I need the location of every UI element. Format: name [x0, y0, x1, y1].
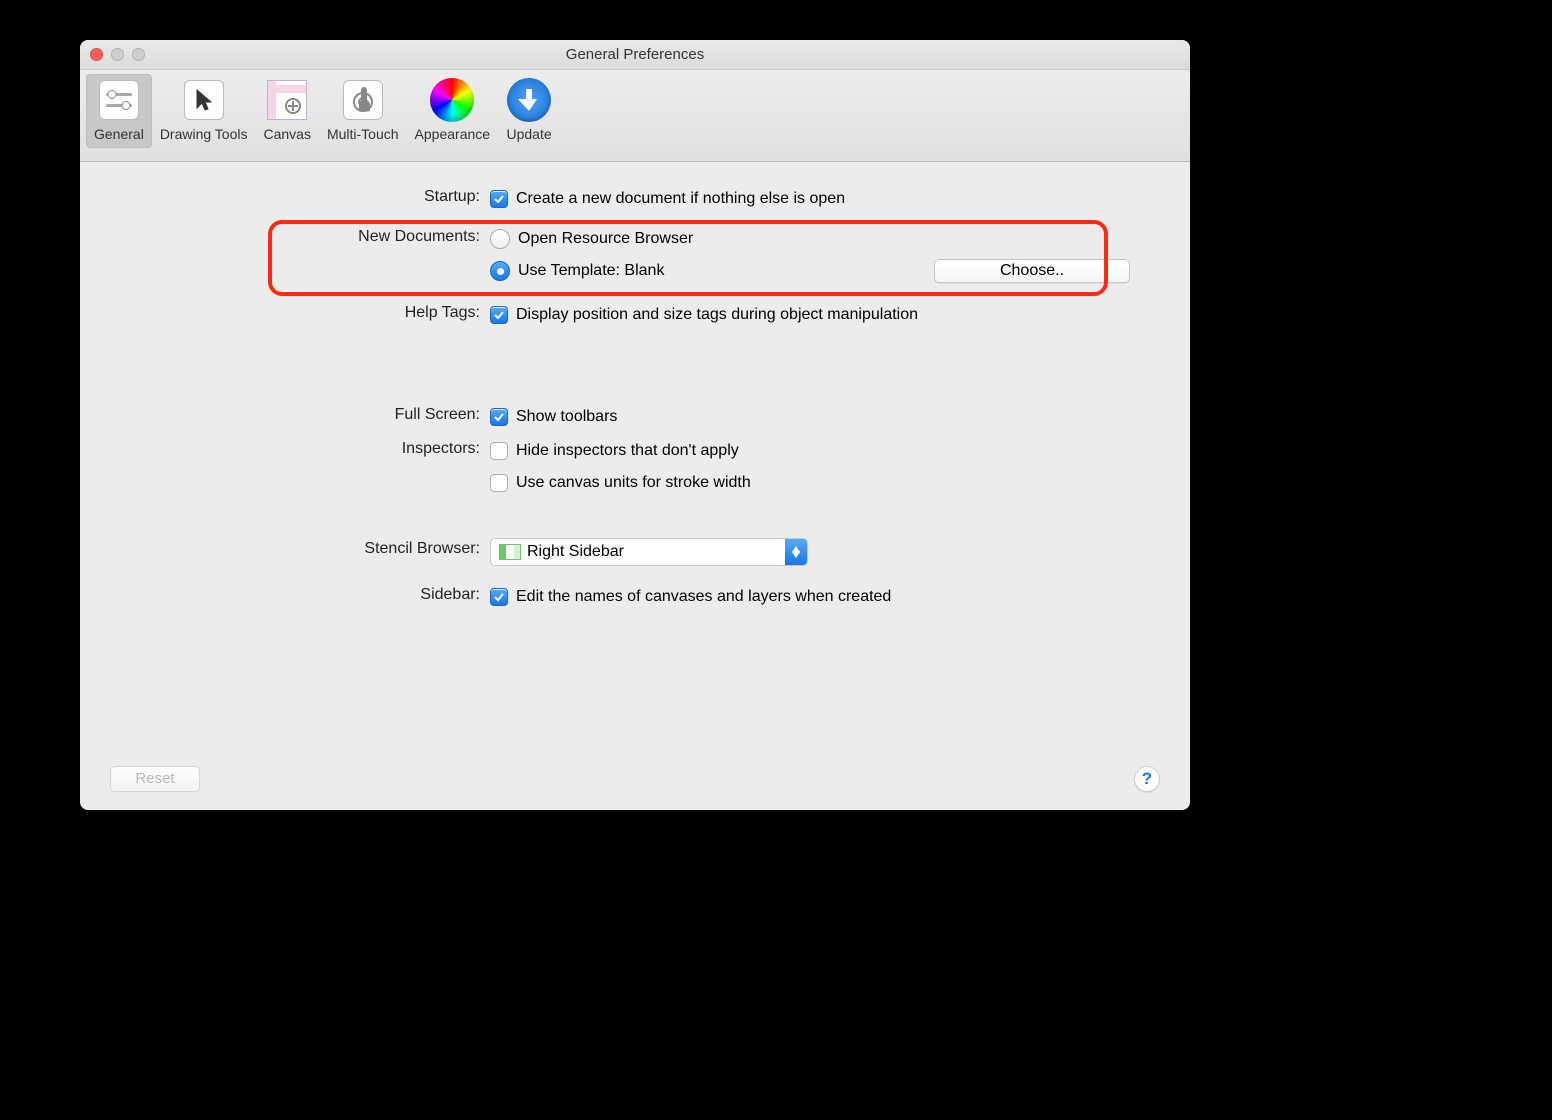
tab-label: Canvas: [263, 126, 310, 142]
canvas-icon: [265, 78, 309, 122]
help-button[interactable]: ?: [1134, 766, 1160, 792]
radio-label: Open Resource Browser: [518, 230, 693, 248]
zoom-window-button[interactable]: [132, 48, 145, 61]
row-new-documents: New Documents: Open Resource Browser Use…: [110, 226, 1160, 284]
select-value: Right Sidebar: [527, 543, 785, 561]
label-inspectors: Inspectors:: [110, 438, 490, 458]
preferences-toolbar: General Drawing Tools: [80, 70, 1190, 162]
radio-open-resource-browser[interactable]: [490, 229, 510, 249]
tab-label: General: [94, 126, 144, 142]
checkbox-label: Use canvas units for stroke width: [516, 474, 751, 492]
checkbox-label: Hide inspectors that don't apply: [516, 442, 739, 460]
row-full-screen: Full Screen: Show toolbars: [110, 404, 1160, 430]
tab-multi-touch[interactable]: Multi-Touch: [319, 74, 407, 148]
row-startup: Startup: Create a new document if nothin…: [110, 186, 1160, 212]
radio-label: Use Template: Blank: [518, 262, 664, 280]
label-startup: Startup:: [110, 186, 490, 206]
radio-use-template[interactable]: [490, 261, 510, 281]
chevron-up-down-icon: [785, 539, 807, 565]
cursor-icon: [182, 78, 226, 122]
label-help-tags: Help Tags:: [110, 302, 490, 322]
checkbox-label: Display position and size tags during ob…: [516, 306, 918, 324]
tab-appearance[interactable]: Appearance: [407, 74, 499, 148]
touch-icon: [341, 78, 385, 122]
tab-drawing-tools[interactable]: Drawing Tools: [152, 74, 256, 148]
checkbox-create-new-document[interactable]: [490, 190, 508, 208]
checkbox-display-position-size[interactable]: [490, 306, 508, 324]
row-sidebar: Sidebar: Edit the names of canvases and …: [110, 584, 1160, 610]
checkbox-edit-names[interactable]: [490, 588, 508, 606]
checkbox-label: Create a new document if nothing else is…: [516, 190, 845, 208]
titlebar: General Preferences: [80, 40, 1190, 70]
tab-label: Drawing Tools: [160, 126, 248, 142]
colorwheel-icon: [430, 78, 474, 122]
window-title: General Preferences: [566, 46, 704, 63]
download-icon: [507, 78, 551, 122]
minimize-window-button[interactable]: [111, 48, 124, 61]
traffic-lights: [90, 48, 145, 61]
label-stencil-browser: Stencil Browser:: [110, 538, 490, 558]
tab-label: Multi-Touch: [327, 126, 399, 142]
checkbox-label: Edit the names of canvases and layers wh…: [516, 588, 891, 606]
preferences-window: General Preferences General: [80, 40, 1190, 810]
checkbox-hide-inspectors[interactable]: [490, 442, 508, 460]
close-window-button[interactable]: [90, 48, 103, 61]
label-new-documents: New Documents:: [110, 226, 490, 246]
checkbox-label: Show toolbars: [516, 408, 617, 426]
label-full-screen: Full Screen:: [110, 404, 490, 424]
tab-label: Appearance: [415, 126, 491, 142]
checkbox-show-toolbars[interactable]: [490, 408, 508, 426]
row-stencil-browser: Stencil Browser: Right Sidebar: [110, 538, 1160, 566]
tab-canvas[interactable]: Canvas: [255, 74, 318, 148]
tab-general[interactable]: General: [86, 74, 152, 148]
checkbox-canvas-units-stroke[interactable]: [490, 474, 508, 492]
reset-button[interactable]: Reset: [110, 766, 200, 792]
preferences-content: Startup: Create a new document if nothin…: [80, 162, 1190, 810]
select-stencil-browser[interactable]: Right Sidebar: [490, 538, 808, 566]
tab-label: Update: [506, 126, 551, 142]
tab-update[interactable]: Update: [498, 74, 560, 148]
sidebar-position-icon: [499, 544, 521, 560]
row-help-tags: Help Tags: Display position and size tag…: [110, 302, 1160, 328]
sliders-icon: [97, 78, 141, 122]
choose-template-button[interactable]: Choose..: [934, 259, 1130, 283]
footer: Reset ?: [110, 766, 1160, 792]
row-inspectors: Inspectors: Hide inspectors that don't a…: [110, 438, 1160, 496]
label-sidebar: Sidebar:: [110, 584, 490, 604]
